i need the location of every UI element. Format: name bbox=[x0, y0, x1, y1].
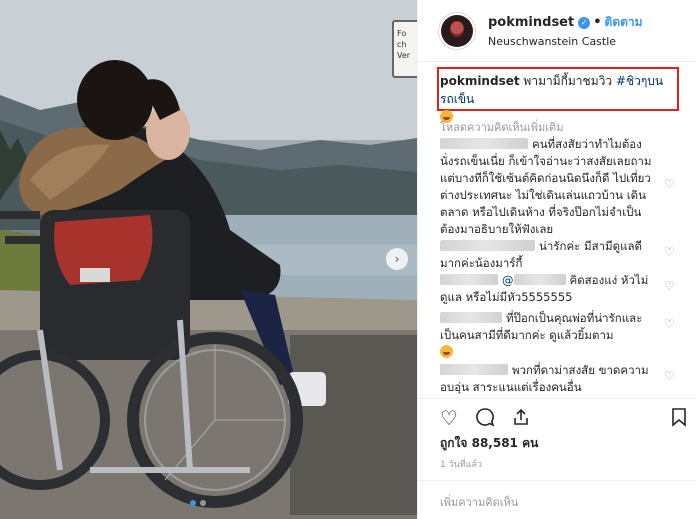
bookmark-icon[interactable] bbox=[668, 407, 690, 429]
load-more-comments-button[interactable]: โหลดความคิดเห็นเพิ่มเติม bbox=[440, 118, 563, 136]
comment-item: น่ารักค่ะ มีสามีดูแลดีมากค่ะน้องมาร์กี้ bbox=[440, 238, 655, 272]
comment-item: คนที่สงสัยว่าทำไมต้องนั่งรถเข็นเนี่ย ก็เ… bbox=[440, 136, 655, 238]
caption-text: พามาม็กี้มาชมวิว bbox=[523, 74, 613, 88]
post-photo[interactable]: Fo ch Ver › bbox=[0, 0, 417, 519]
blurred-username bbox=[440, 312, 502, 323]
bookmark-icon-glyph bbox=[672, 408, 686, 427]
add-comment-input[interactable]: เพิ่มความคิดเห็น bbox=[418, 480, 696, 519]
road-sign-text: Fo ch Ver bbox=[397, 29, 411, 60]
smiling-face-icon bbox=[440, 345, 453, 358]
comment-like-heart-icon[interactable]: ♡ bbox=[664, 280, 676, 292]
comment-text: คนที่สงสัยว่าทำไมต้องนั่งรถเข็นเนี่ย ก็เ… bbox=[440, 137, 652, 236]
follow-button[interactable]: ติดตาม bbox=[605, 13, 643, 32]
likes-count[interactable]: ถูกใจ 88,581 คน bbox=[440, 434, 538, 453]
comment-mention[interactable]: @ bbox=[502, 273, 514, 287]
post-actions-bar: ♡ bbox=[418, 398, 696, 434]
blurred-username bbox=[440, 274, 498, 285]
blurred-mention bbox=[513, 274, 566, 285]
comment-like-heart-icon[interactable]: ♡ bbox=[664, 370, 676, 382]
comment-item: ที่ป๊อกเป็นคุณพ่อที่น่ารักและเป็นคนสามีท… bbox=[440, 310, 655, 361]
carousel-dot bbox=[200, 500, 206, 506]
avatar[interactable] bbox=[438, 11, 476, 50]
post-timestamp: 1 วันที่แล้ว bbox=[440, 460, 483, 470]
avatar-image bbox=[441, 14, 473, 47]
post-header: pokmindset ✓ • ติดตาม Neuschwanstein Cas… bbox=[418, 0, 696, 62]
comment-like-heart-icon[interactable]: ♡ bbox=[664, 318, 676, 330]
header-separator: • bbox=[593, 15, 602, 30]
blurred-username bbox=[440, 240, 535, 251]
road-sign: Fo ch Ver bbox=[392, 20, 417, 78]
blurred-username bbox=[440, 138, 528, 149]
username-link[interactable]: pokmindset bbox=[488, 15, 574, 30]
blurred-username bbox=[440, 364, 508, 375]
comment-item: พวกที่ดาม่าสงสัย ขาดความอบอุ่น สาระแนแต่… bbox=[440, 362, 655, 396]
caption-username[interactable]: pokmindset bbox=[440, 74, 520, 88]
comment-item: @ คิดสองแง่ หัวไม่ดูแล หรือไม่มีหัว555555… bbox=[440, 272, 655, 306]
share-icon-glyph bbox=[514, 408, 528, 425]
post-details-panel: pokmindset ✓ • ติดตาม Neuschwanstein Cas… bbox=[417, 0, 696, 519]
carousel-dots bbox=[190, 500, 206, 506]
carousel-dot-active bbox=[190, 500, 196, 506]
comment-icon[interactable] bbox=[474, 407, 496, 429]
comment-icon-glyph bbox=[476, 408, 495, 427]
heart-icon[interactable]: ♡ bbox=[438, 407, 460, 429]
photo-scene bbox=[0, 0, 417, 519]
comment-like-heart-icon[interactable]: ♡ bbox=[664, 246, 676, 258]
chevron-right-icon[interactable]: › bbox=[386, 248, 408, 270]
comment-like-heart-icon[interactable]: ♡ bbox=[664, 178, 676, 190]
location-link[interactable]: Neuschwanstein Castle bbox=[488, 35, 643, 48]
share-icon[interactable] bbox=[510, 407, 532, 429]
verified-badge-icon: ✓ bbox=[578, 16, 591, 29]
